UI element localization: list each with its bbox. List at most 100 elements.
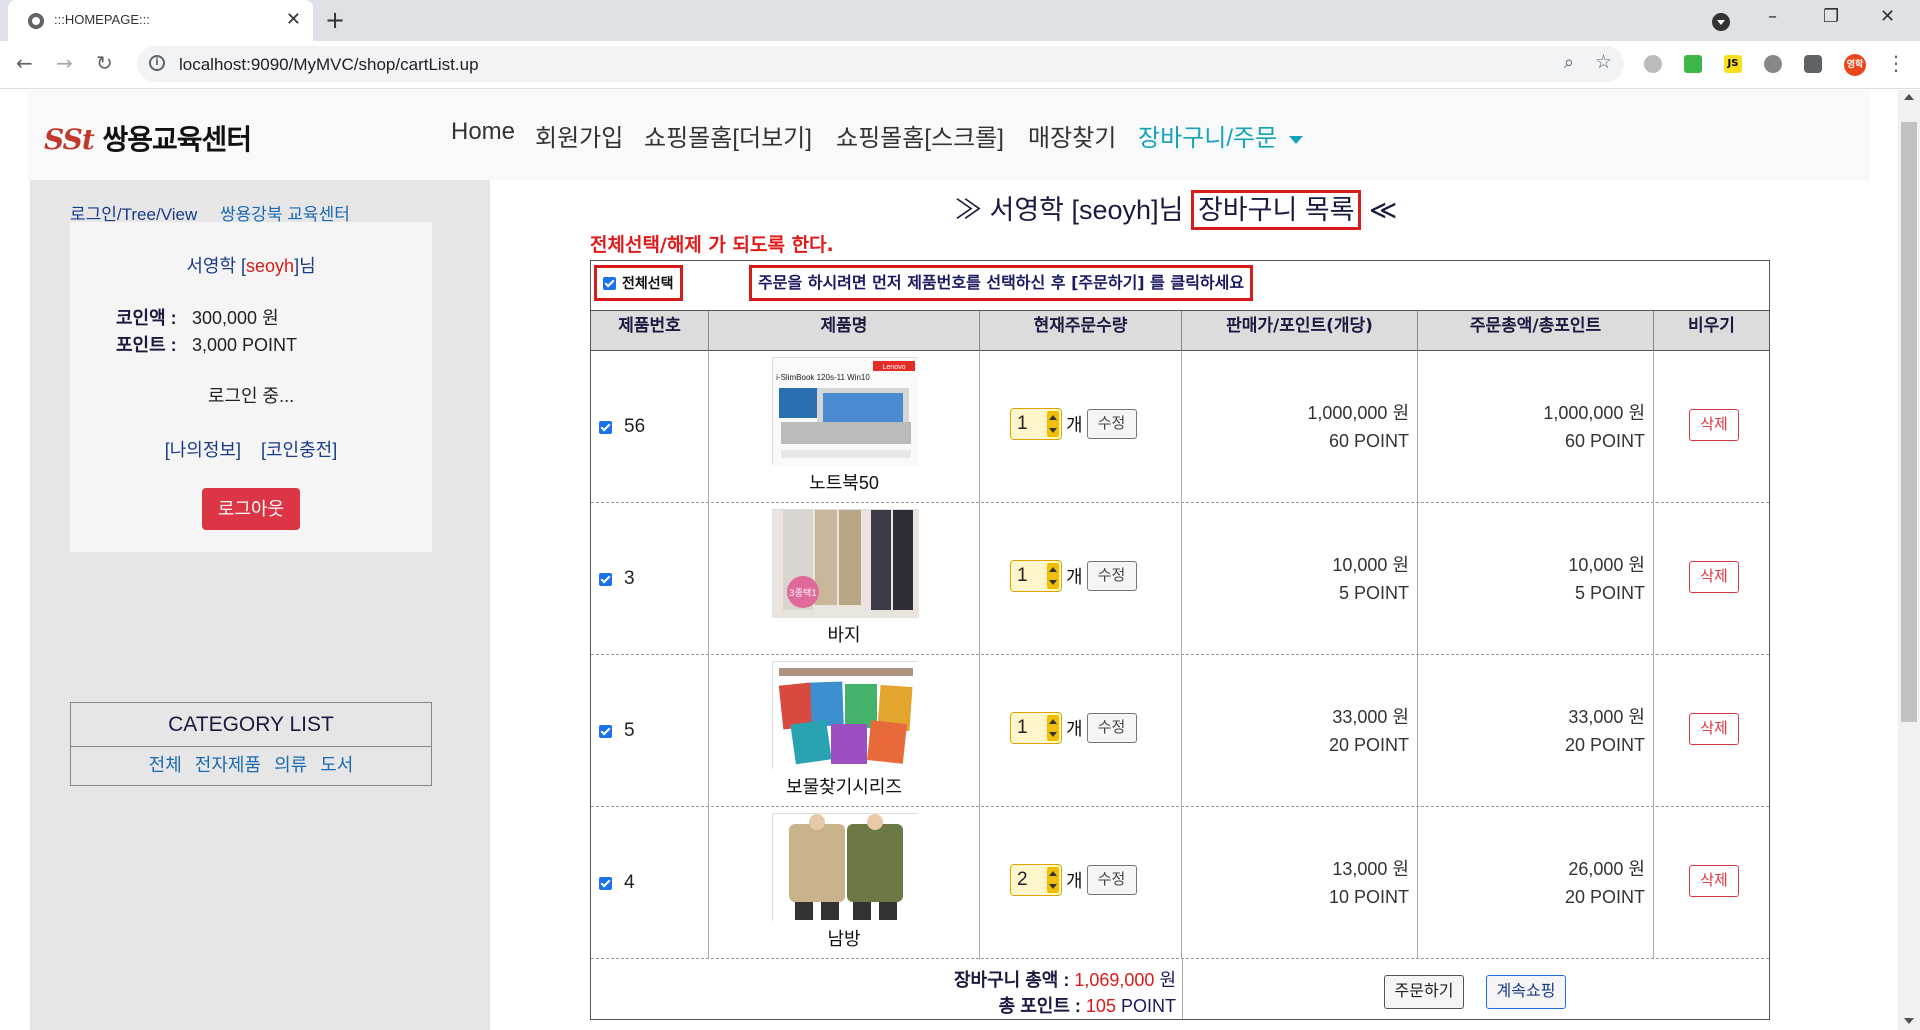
col-remove: 비우기 (1688, 316, 1735, 336)
row-checkbox[interactable] (599, 724, 612, 738)
unit-price: 33,000 원 (1332, 707, 1409, 727)
cart-total-line: 장바구니 총액 : 1,069,000 원 (591, 967, 1176, 993)
nav-home[interactable]: Home (451, 118, 515, 146)
quantity-value: 1 (1017, 565, 1028, 586)
category-all[interactable]: 전체 (149, 755, 182, 775)
new-tab-icon[interactable]: + (325, 6, 345, 34)
logout-button[interactable]: 로그아웃 (202, 488, 300, 530)
cart-point-line: 총 포인트 : 105 POINT (591, 993, 1176, 1019)
select-all-checkbox[interactable]: 전체선택 (594, 265, 683, 301)
quantity-stepper[interactable]: 1 (1010, 408, 1062, 440)
menu-kebab-icon[interactable]: ⋮ (1886, 51, 1906, 75)
point-label: 포인트 : (116, 335, 177, 355)
window-close-icon[interactable]: ✕ (1880, 6, 1895, 27)
restore-icon[interactable]: ❐ (1823, 6, 1839, 27)
forward-icon[interactable]: → (56, 51, 73, 75)
edit-quantity-button[interactable]: 수정 (1086, 865, 1137, 895)
delete-button[interactable]: 삭제 (1689, 865, 1739, 897)
row-checkbox[interactable] (599, 876, 612, 890)
coin-value: 300,000 원 (192, 308, 279, 328)
spinner-arrows-icon[interactable] (1047, 867, 1059, 893)
spinner-arrows-icon[interactable] (1047, 715, 1059, 741)
bookmark-star-icon[interactable]: ☆ (1595, 51, 1612, 73)
row-checkbox[interactable] (599, 572, 612, 586)
product-name[interactable]: 노트북50 (709, 469, 979, 495)
product-no: 5 (624, 720, 635, 741)
continue-shopping-button[interactable]: 계속쇼핑 (1486, 975, 1566, 1009)
product-name[interactable]: 바지 (709, 621, 979, 647)
nav-store-locator[interactable]: 매장찾기 (1028, 118, 1116, 153)
spinner-arrows-icon[interactable] (1047, 563, 1059, 589)
quantity-stepper[interactable]: 1 (1010, 712, 1062, 744)
product-image-shirt[interactable] (772, 813, 919, 922)
total-price: 1,000,000 원 (1543, 403, 1645, 423)
cart-title-prefix: ≫ 서영학 [seoyh]님 (955, 195, 1184, 225)
cart-title: ≫ 서영학 [seoyh]님 장바구니 목록 ≪ (955, 188, 1397, 230)
url-text: localhost:9090/MyMVC/shop/cartList.up (179, 55, 479, 74)
puzzle-extensions-icon[interactable] (1804, 55, 1822, 73)
extension-icon[interactable] (1644, 55, 1662, 73)
cart-total-label: 장바구니 총액 : (953, 970, 1070, 990)
back-icon[interactable]: ← (16, 51, 33, 75)
minimize-icon[interactable]: – (1768, 6, 1777, 27)
scroll-up-icon[interactable] (1904, 94, 1914, 100)
reload-icon[interactable]: ↻ (96, 51, 113, 75)
product-image-laptop[interactable]: Lenovo i-SlimBook 120s-11 Win10 (772, 357, 919, 466)
product-name[interactable]: 남방 (709, 925, 979, 951)
total-point: 20 POINT (1564, 887, 1645, 907)
bug-extension-icon[interactable] (1764, 55, 1782, 73)
col-quantity: 현재주문수량 (980, 311, 1182, 351)
order-button[interactable]: 주문하기 (1384, 975, 1464, 1009)
scroll-thumb[interactable] (1901, 122, 1917, 722)
product-image-pants[interactable]: 3종택1 (772, 509, 919, 618)
coin-charge-link[interactable]: [코인충전] (261, 440, 337, 460)
delete-button[interactable]: 삭제 (1689, 713, 1739, 745)
nav-register[interactable]: 회원가입 (535, 118, 623, 153)
unit-point: 60 POINT (1328, 431, 1409, 451)
sidebar: 로그인/Tree/View 쌍용강북 교육센터 서영학 [seoyh]님 코인액… (30, 180, 490, 1030)
tab-search-icon[interactable] (1712, 13, 1730, 31)
cart-footer: 장바구니 총액 : 1,069,000 원 총 포인트 : 105 POINT … (591, 959, 1769, 1019)
product-name[interactable]: 보물찾기시리즈 (709, 773, 979, 799)
checkbox-checked[interactable] (603, 276, 616, 290)
total-point: 60 POINT (1564, 431, 1645, 451)
category-clothing[interactable]: 의류 (274, 755, 307, 775)
page-scrollbar[interactable] (1898, 90, 1920, 1030)
delete-button[interactable]: 삭제 (1689, 409, 1739, 441)
category-electronics[interactable]: 전자제품 (195, 755, 261, 775)
address-bar[interactable]: i localhost:9090/MyMVC/shop/cartList.up … (137, 46, 1624, 82)
extension-icon[interactable] (1684, 55, 1702, 73)
coin-label: 코인액 : (116, 308, 177, 328)
js-extension-icon[interactable]: JS (1724, 55, 1742, 73)
brand-logo[interactable]: SSt 쌍용교육센터 (44, 118, 252, 158)
remove-cell: 삭제 (1654, 351, 1769, 503)
user-suffix: 님 (299, 256, 316, 276)
edit-quantity-button[interactable]: 수정 (1086, 409, 1137, 439)
col-product-name: 제품명 (709, 311, 980, 351)
nav-shop-more[interactable]: 쇼핑몰홈[더보기] (644, 118, 812, 153)
scroll-down-icon[interactable] (1904, 1018, 1914, 1024)
profile-avatar[interactable]: 영학 (1844, 54, 1866, 76)
browser-tab[interactable]: :::HOMEPAGE::: ✕ (8, 0, 313, 41)
quantity-stepper[interactable]: 2 (1010, 864, 1062, 896)
zoom-icon[interactable]: ⌕ (1564, 52, 1574, 73)
edit-quantity-button[interactable]: 수정 (1086, 561, 1137, 591)
product-image-books[interactable] (772, 661, 919, 770)
total-price: 10,000 원 (1568, 555, 1645, 575)
table-header: 제품번호 제품명 현재주문수량 판매가/포인트(개당) 주문총액/총포인트 비우… (591, 311, 1769, 351)
delete-button[interactable]: 삭제 (1689, 561, 1739, 593)
spinner-arrows-icon[interactable] (1047, 411, 1059, 437)
nav-cart-order[interactable]: 장바구니/주문 (1138, 118, 1304, 153)
edit-quantity-button[interactable]: 수정 (1086, 713, 1137, 743)
quantity-cell: 1 개 수정 (980, 503, 1182, 655)
site-info-icon[interactable]: i (149, 55, 165, 71)
category-books[interactable]: 도서 (320, 755, 353, 775)
nav-shop-scroll[interactable]: 쇼핑몰홈[스크롤] (836, 118, 1004, 153)
quantity-stepper[interactable]: 1 (1010, 560, 1062, 592)
my-info-link[interactable]: [나의정보] (165, 440, 241, 460)
close-tab-icon[interactable]: ✕ (286, 9, 301, 30)
row-checkbox[interactable] (599, 420, 612, 434)
total-cell: 10,000 원 5 POINT (1418, 503, 1654, 655)
total-price: 33,000 원 (1568, 707, 1645, 727)
unit-label: 개 (1066, 567, 1083, 587)
